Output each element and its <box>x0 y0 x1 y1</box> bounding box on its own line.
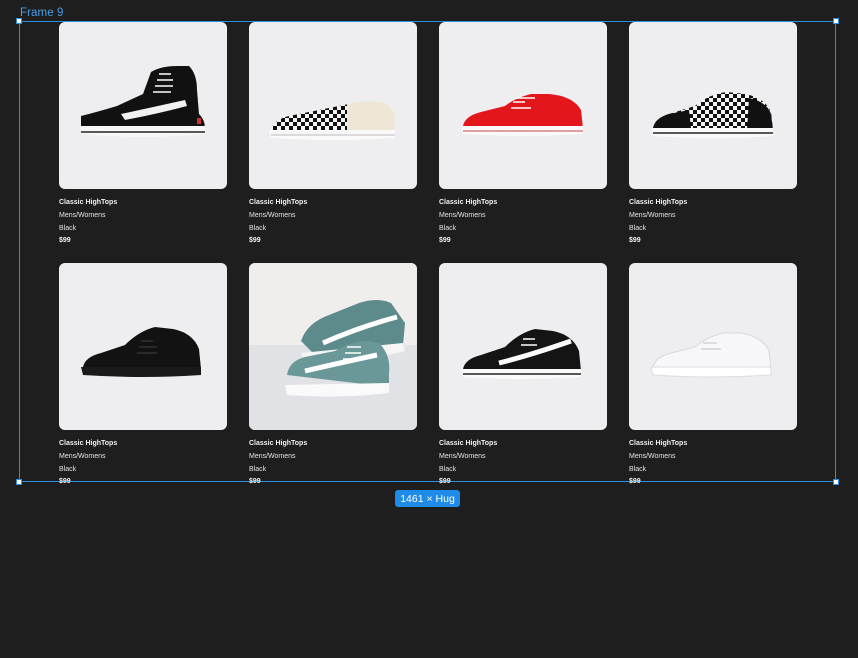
teal-sneaker-pair-icon <box>249 263 417 430</box>
product-color: Black <box>439 225 457 232</box>
product-card[interactable]: Classic HighTops Mens/Womens Black $99 <box>59 22 227 263</box>
product-image[interactable] <box>439 263 607 430</box>
product-audience: Mens/Womens <box>59 453 106 460</box>
frame-name-label[interactable]: Frame 9 <box>20 7 64 19</box>
product-title[interactable]: Classic HighTops <box>629 438 797 450</box>
red-lowtop-sneaker-icon <box>461 94 583 136</box>
product-audience: Mens/Womens <box>629 212 676 219</box>
product-title[interactable]: Classic HighTops <box>59 438 227 450</box>
product-image[interactable] <box>629 263 797 430</box>
product-price: $99 <box>629 237 641 244</box>
product-title[interactable]: Classic HighTops <box>249 197 417 209</box>
product-audience: Mens/Womens <box>59 212 106 219</box>
product-color: Black <box>629 466 647 473</box>
resize-handle-bottom-left[interactable] <box>16 479 22 485</box>
product-title[interactable]: Classic HighTops <box>59 197 227 209</box>
resize-handle-top-left[interactable] <box>16 18 22 24</box>
product-color: Black <box>249 466 267 473</box>
product-title[interactable]: Classic HighTops <box>629 197 797 209</box>
product-title[interactable]: Classic HighTops <box>439 197 607 209</box>
product-price: $99 <box>629 478 641 485</box>
product-grid: Classic HighTops Mens/Womens Black $99 C… <box>59 22 797 504</box>
product-card[interactable]: Classic HighTops Mens/Womens Black $99 <box>439 263 607 504</box>
black-white-lowtop-sneaker-icon <box>461 329 581 379</box>
white-lowtop-sneaker-icon <box>650 332 772 378</box>
product-color: Black <box>59 225 77 232</box>
checkerboard-slipon-sneaker-icon <box>269 101 395 140</box>
product-image[interactable] <box>439 22 607 189</box>
product-price: $99 <box>439 237 451 244</box>
all-black-lowtop-sneaker-icon <box>81 327 201 377</box>
product-audience: Mens/Womens <box>439 212 486 219</box>
product-price: $99 <box>59 478 71 485</box>
product-title[interactable]: Classic HighTops <box>249 438 417 450</box>
product-image[interactable] <box>59 22 227 189</box>
product-color: Black <box>249 225 267 232</box>
product-color: Black <box>59 466 77 473</box>
product-audience: Mens/Womens <box>249 212 296 219</box>
product-price: $99 <box>249 237 261 244</box>
product-image[interactable] <box>59 263 227 430</box>
checkerboard-lowtop-sneaker-icon <box>651 92 773 138</box>
product-card[interactable]: Classic HighTops Mens/Womens Black $99 <box>629 22 797 263</box>
product-image[interactable] <box>629 22 797 189</box>
product-card[interactable]: Classic HighTops Mens/Womens Black $99 <box>629 263 797 504</box>
resize-handle-top-right[interactable] <box>833 18 839 24</box>
product-card[interactable]: Classic HighTops Mens/Womens Black $99 <box>59 263 227 504</box>
black-hightop-sneaker-icon <box>79 66 205 137</box>
product-audience: Mens/Womens <box>439 453 486 460</box>
product-card[interactable]: Classic HighTops Mens/Womens Black $99 <box>439 22 607 263</box>
product-audience: Mens/Womens <box>629 453 676 460</box>
product-card[interactable]: Classic HighTops Mens/Womens Black $99 <box>249 263 417 504</box>
product-image[interactable] <box>249 22 417 189</box>
product-audience: Mens/Womens <box>249 453 296 460</box>
product-image[interactable] <box>249 263 417 430</box>
product-price: $99 <box>249 478 261 485</box>
product-price: $99 <box>439 478 451 485</box>
product-title[interactable]: Classic HighTops <box>439 438 607 450</box>
resize-handle-bottom-right[interactable] <box>833 479 839 485</box>
product-color: Black <box>439 466 457 473</box>
product-price: $99 <box>59 237 71 244</box>
product-card[interactable]: Classic HighTops Mens/Womens Black $99 <box>249 22 417 263</box>
product-color: Black <box>629 225 647 232</box>
